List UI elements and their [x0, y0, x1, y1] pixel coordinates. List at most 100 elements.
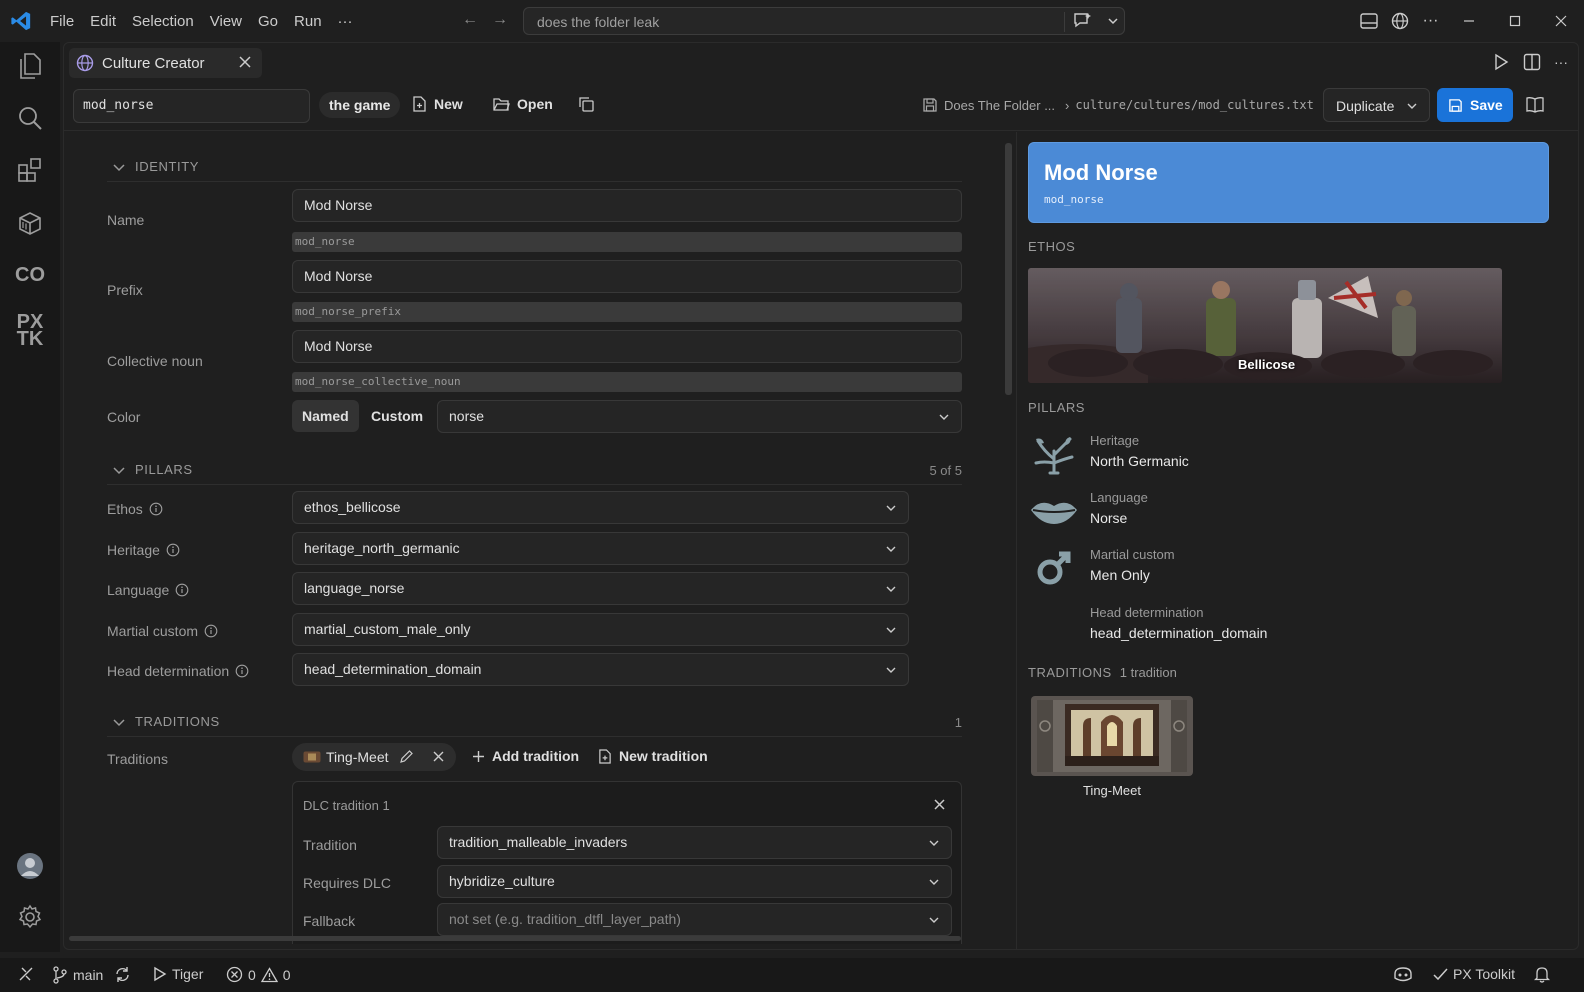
copilot-icon[interactable] [1393, 966, 1413, 983]
run-icon[interactable] [1492, 53, 1510, 71]
requires-dlc-value: hybridize_culture [449, 873, 555, 889]
explorer-icon[interactable] [15, 51, 45, 81]
sync-icon[interactable] [114, 966, 131, 983]
box-icon[interactable] [15, 208, 45, 238]
preview-pillar-heritage: Heritage North Germanic [1028, 430, 1428, 480]
pencil-icon[interactable] [399, 749, 414, 764]
tradition-chip[interactable]: Ting-Meet [292, 743, 456, 771]
color-custom-toggle[interactable]: Custom [361, 400, 433, 432]
heritage-select[interactable]: heritage_north_germanic [292, 532, 909, 565]
dlc-tradition-card: DLC tradition 1 Tradition tradition_mall… [292, 781, 962, 944]
collective-noun-input[interactable]: Mod Norse [292, 330, 962, 363]
breadcrumb-path[interactable]: culture/cultures/mod_cultures.txt [1075, 98, 1313, 112]
search-icon[interactable] [15, 103, 45, 133]
split-editor-icon[interactable] [1523, 53, 1541, 71]
new-button[interactable]: New [412, 96, 463, 112]
color-select[interactable]: norse [437, 400, 962, 433]
pillars-section-header[interactable]: PILLARS 5 of 5 [107, 455, 962, 485]
more-actions-icon[interactable]: ··· [1415, 12, 1446, 30]
close-icon[interactable] [933, 798, 946, 811]
form-vertical-scrollbar[interactable] [1005, 143, 1012, 395]
dlc-tradition-select[interactable]: tradition_malleable_invaders [437, 826, 952, 859]
layout-panel-icon[interactable] [1353, 13, 1384, 29]
book-icon[interactable] [1526, 96, 1544, 113]
tradition-caption: Ting-Meet [1082, 783, 1142, 798]
menu-edit[interactable]: Edit [82, 13, 124, 30]
remove-tradition-icon[interactable] [432, 750, 445, 763]
info-icon[interactable] [204, 624, 218, 638]
chat-icon[interactable] [1072, 11, 1094, 31]
preview-pillar-value: head_determination_domain [1090, 625, 1268, 641]
info-icon[interactable] [149, 502, 163, 516]
preview-traditions-title: TRADITIONS 1 tradition [1028, 665, 1177, 680]
preview-pillars-title: PILLARS [1028, 400, 1085, 415]
duplicate-dropdown[interactable]: Duplicate [1323, 88, 1430, 122]
notifications-bell-icon[interactable] [1534, 966, 1550, 983]
open-label: Open [517, 96, 553, 112]
px-toolkit-icon[interactable]: PX TK [15, 312, 45, 349]
chevron-down-icon[interactable] [1106, 14, 1120, 28]
forward-arrow-icon[interactable]: → [492, 11, 508, 29]
fallback-select[interactable]: not set (e.g. tradition_dtfl_layer_path) [437, 903, 952, 936]
prefix-input[interactable]: Mod Norse [292, 260, 962, 293]
menu-run[interactable]: Run [286, 13, 330, 30]
preview-pillar-value: Norse [1090, 510, 1128, 526]
menu-selection[interactable]: Selection [124, 13, 202, 30]
name-input[interactable]: Mod Norse [292, 189, 962, 222]
add-tradition-button[interactable]: Add tradition [472, 748, 579, 764]
info-icon[interactable] [166, 543, 180, 557]
male-icon [1028, 547, 1080, 589]
language-select[interactable]: language_norse [292, 572, 909, 605]
panel-divider[interactable] [1016, 132, 1017, 949]
culture-id-input[interactable]: mod_norse [73, 89, 310, 123]
copy-icon[interactable] [578, 96, 595, 113]
game-pill[interactable]: the game [319, 92, 401, 118]
save-button[interactable]: Save [1437, 88, 1513, 122]
traditions-section-header[interactable]: TRADITIONS 1 [107, 707, 962, 737]
open-button[interactable]: Open [493, 96, 553, 112]
back-arrow-icon[interactable]: ← [462, 11, 478, 29]
close-tab-icon[interactable] [237, 54, 253, 70]
px-toolkit-status[interactable]: PX Toolkit [1433, 966, 1515, 982]
menu-go[interactable]: Go [250, 13, 286, 30]
tradition-illustration[interactable] [1031, 696, 1193, 776]
more-actions-icon[interactable]: ··· [1554, 53, 1568, 71]
menu-more[interactable]: ··· [330, 13, 361, 30]
requires-dlc-select[interactable]: hybridize_culture [437, 865, 952, 898]
co-extension-icon[interactable]: CO [15, 260, 45, 290]
identity-section-header[interactable]: IDENTITY [107, 152, 962, 182]
settings-gear-icon[interactable] [15, 902, 45, 932]
run-target[interactable]: Tiger [153, 966, 203, 982]
plus-icon [473, 750, 484, 762]
info-icon[interactable] [235, 664, 249, 678]
branch-indicator[interactable]: main [52, 966, 103, 984]
menu-file[interactable]: File [42, 13, 82, 30]
close-window-icon[interactable] [1538, 15, 1584, 27]
command-center[interactable]: does the folder leak [523, 7, 1125, 35]
globe-icon[interactable] [1384, 12, 1415, 30]
color-named-toggle[interactable]: Named [292, 400, 359, 432]
breadcrumb-project[interactable]: Does The Folder ... [944, 98, 1055, 113]
info-icon[interactable] [175, 583, 189, 597]
avatar[interactable] [15, 851, 45, 881]
requires-dlc-label: Requires DLC [303, 875, 391, 891]
px-toolkit-label: PX Toolkit [1453, 966, 1515, 982]
martial-custom-label: Martial custom [107, 623, 218, 639]
martial-custom-select[interactable]: martial_custom_male_only [292, 613, 909, 646]
chevron-down-icon [113, 164, 125, 172]
prefix-key: mod_norse_prefix [292, 302, 962, 322]
head-determination-select[interactable]: head_determination_domain [292, 653, 909, 686]
new-tradition-button[interactable]: New tradition [598, 748, 708, 764]
ethos-select[interactable]: ethos_bellicose [292, 491, 909, 524]
maximize-icon[interactable] [1492, 15, 1538, 27]
form-horizontal-scrollbar[interactable] [69, 936, 961, 941]
remote-icon[interactable] [18, 966, 34, 982]
chevron-down-icon [929, 917, 939, 923]
tab-title: Culture Creator [102, 54, 205, 72]
creator-toolbar: mod_norse the game New Open Does The Fol… [64, 87, 1578, 131]
menu-view[interactable]: View [202, 13, 250, 30]
extensions-icon[interactable] [15, 155, 45, 185]
problems-indicator[interactable]: 0 0 [226, 966, 291, 983]
tab-culture-creator[interactable]: Culture Creator [69, 48, 262, 78]
minimize-icon[interactable] [1446, 15, 1492, 27]
